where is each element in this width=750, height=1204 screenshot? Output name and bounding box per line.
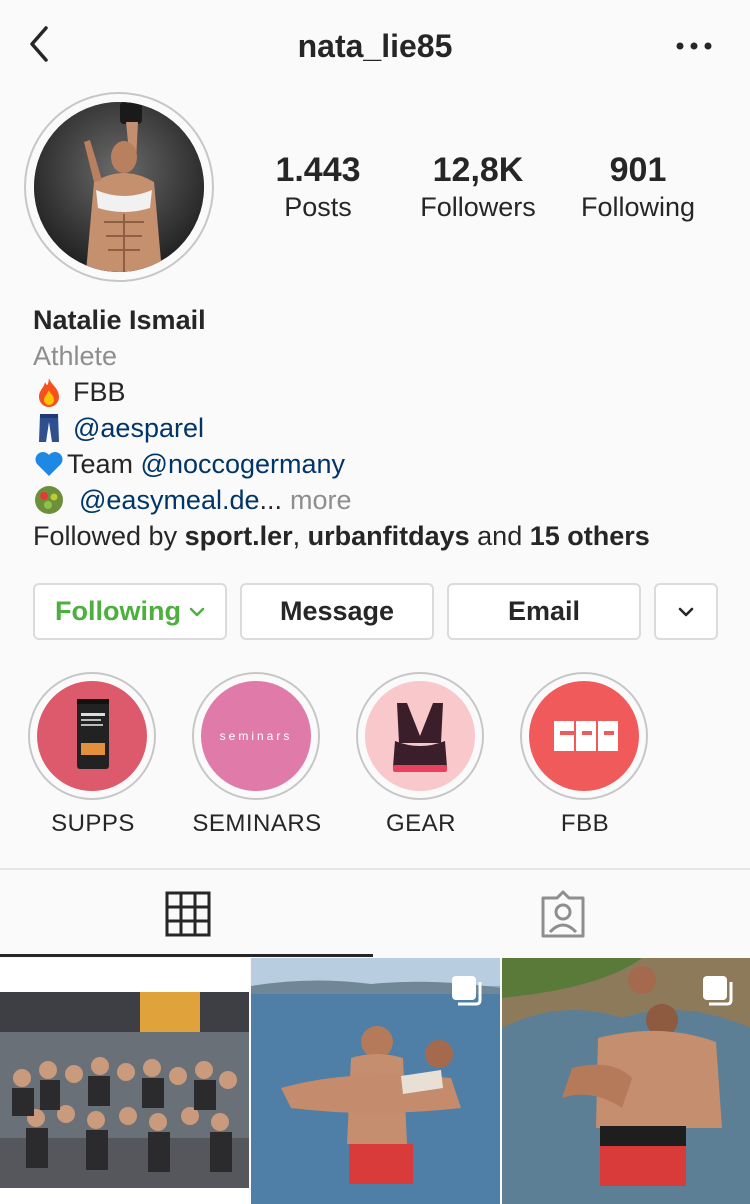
highlight-ring bbox=[520, 672, 648, 800]
bio-line-4: @easymeal.de ... more bbox=[33, 482, 723, 518]
highlight-seminars[interactable]: seminars SEMINARS bbox=[192, 672, 322, 838]
stat-posts: 1.443 Posts bbox=[238, 150, 398, 224]
message-button-label: Message bbox=[279, 596, 395, 626]
followed-by-mid: and bbox=[469, 521, 530, 551]
bio-text-team: Team bbox=[67, 449, 141, 479]
following-button[interactable]: Following bbox=[33, 583, 227, 640]
followed-by[interactable]: Followed by sport.ler , urbanfitdays and… bbox=[33, 518, 723, 554]
bio-link-noccogermany[interactable]: @noccogermany bbox=[141, 446, 346, 482]
profile-tabs bbox=[0, 870, 750, 958]
salad-icon bbox=[35, 486, 63, 514]
suggested-accounts-button[interactable] bbox=[654, 583, 718, 640]
highlight-label: GEAR bbox=[385, 810, 456, 837]
fire-icon bbox=[39, 378, 59, 407]
highlight-supps[interactable]: SUPPS bbox=[28, 672, 158, 838]
following-count: 901 bbox=[609, 151, 667, 189]
avatar bbox=[34, 102, 204, 272]
chevron-down-icon bbox=[678, 607, 694, 616]
category-label: Athlete bbox=[33, 341, 118, 371]
tab-grid[interactable] bbox=[0, 870, 375, 958]
highlight-label: SUPPS bbox=[51, 810, 135, 837]
highlight-cover-supps bbox=[37, 681, 147, 791]
post-thumbnail[interactable] bbox=[0, 958, 249, 1204]
chevron-down-icon bbox=[189, 607, 205, 616]
followed-by-user-1: sport.ler bbox=[184, 521, 293, 551]
highlight-cover-gear bbox=[365, 681, 475, 791]
bio-line-1: FBB bbox=[33, 374, 723, 410]
posts-count: 1.443 bbox=[275, 151, 361, 189]
stat-followers[interactable]: 12,8K Followers bbox=[398, 150, 558, 224]
tab-tagged[interactable] bbox=[375, 870, 750, 958]
followed-by-user-2: urbanfitdays bbox=[307, 521, 470, 551]
highlight-label: SEMINARS bbox=[192, 810, 322, 837]
bio-line-2: @aesparel bbox=[33, 410, 723, 446]
followed-by-others: 15 others bbox=[529, 521, 650, 551]
stat-following[interactable]: 901 Following bbox=[558, 150, 718, 224]
highlight-ring bbox=[356, 672, 484, 800]
followed-by-sep: , bbox=[292, 521, 308, 551]
blue-heart-icon bbox=[35, 452, 63, 476]
profile-bio: Natalie Ismail Athlete FBB @aesparel Tea… bbox=[33, 302, 723, 554]
highlight-fbb[interactable]: FBB bbox=[520, 672, 650, 838]
followers-count: 12,8K bbox=[432, 151, 524, 189]
post-grid bbox=[0, 958, 750, 1204]
highlight-label: FBB bbox=[560, 810, 610, 837]
post-thumbnail[interactable] bbox=[502, 958, 750, 1204]
profile-avatar-ring[interactable] bbox=[24, 92, 214, 282]
bio-link-aesparel[interactable]: @aesparel bbox=[73, 410, 204, 446]
highlight-ring: seminars bbox=[192, 672, 320, 800]
following-button-label: Following bbox=[55, 596, 181, 626]
highlight-gear[interactable]: GEAR bbox=[356, 672, 486, 838]
more-dots-icon[interactable] bbox=[674, 34, 714, 58]
bio-more-link[interactable]: more bbox=[290, 482, 352, 518]
highlight-ring bbox=[28, 672, 156, 800]
profile-username: nata_lie85 bbox=[297, 28, 453, 64]
jeans-icon bbox=[39, 414, 59, 442]
bio-ellipsis: ... bbox=[259, 485, 283, 515]
message-button[interactable]: Message bbox=[240, 583, 434, 640]
post-thumbnail[interactable] bbox=[251, 958, 500, 1204]
bio-text-fbb: FBB bbox=[73, 377, 126, 407]
following-label: Following bbox=[580, 192, 696, 222]
posts-label: Posts bbox=[284, 192, 352, 222]
full-name: Natalie Ismail bbox=[33, 305, 206, 335]
followed-by-prefix: Followed by bbox=[33, 521, 185, 551]
multiple-photos-icon bbox=[452, 976, 482, 1006]
seminars-cover-text: seminars bbox=[219, 729, 293, 743]
email-button[interactable]: Email bbox=[447, 583, 641, 640]
highlight-cover-fbb bbox=[529, 681, 639, 791]
bio-link-easymeal[interactable]: @easymeal.de bbox=[79, 482, 260, 518]
grid-icon bbox=[165, 891, 210, 937]
highlight-cover-seminars: seminars bbox=[201, 681, 311, 791]
top-bar: nata_lie85 bbox=[0, 0, 750, 92]
bio-line-3: Team @noccogermany bbox=[33, 446, 723, 482]
tagged-person-icon bbox=[541, 890, 584, 938]
multiple-photos-icon bbox=[703, 976, 733, 1006]
email-button-label: Email bbox=[507, 596, 581, 626]
active-tab-indicator bbox=[0, 954, 373, 957]
followers-label: Followers bbox=[420, 192, 536, 222]
